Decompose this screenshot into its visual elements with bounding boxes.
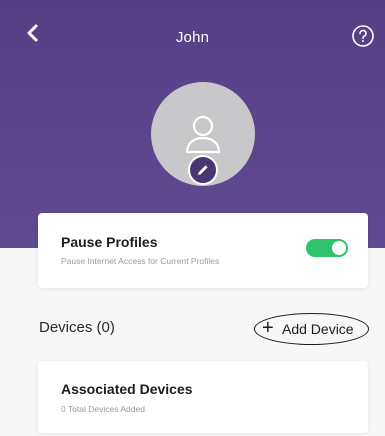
pause-profiles-card: Pause Profiles Pause Internet Access for…: [38, 213, 368, 288]
associated-devices-title: Associated Devices: [61, 381, 193, 397]
pause-profiles-subtitle: Pause Internet Access for Current Profil…: [61, 256, 220, 266]
question-circle-icon: [352, 25, 374, 47]
profile-screen: John Pause Profiles Pause Internet Acces…: [0, 0, 385, 436]
user-outline-icon: [185, 115, 221, 154]
toggle-knob: [332, 241, 346, 255]
associated-devices-card[interactable]: Associated Devices 0 Total Devices Added: [38, 361, 368, 433]
pause-profiles-title: Pause Profiles: [61, 234, 158, 250]
associated-devices-subtitle: 0 Total Devices Added: [61, 404, 145, 414]
edit-avatar-button[interactable]: [188, 155, 218, 185]
pencil-icon: [198, 165, 208, 175]
plus-icon: +: [262, 317, 274, 339]
devices-count-label: Devices (0): [39, 319, 115, 336]
page-title: John: [175, 29, 210, 46]
add-device-label: Add Device: [282, 321, 354, 337]
help-button[interactable]: [351, 24, 375, 48]
add-device-button[interactable]: + Add Device: [254, 313, 369, 345]
profile-header: John: [0, 0, 385, 248]
pause-profiles-toggle[interactable]: [306, 239, 348, 257]
